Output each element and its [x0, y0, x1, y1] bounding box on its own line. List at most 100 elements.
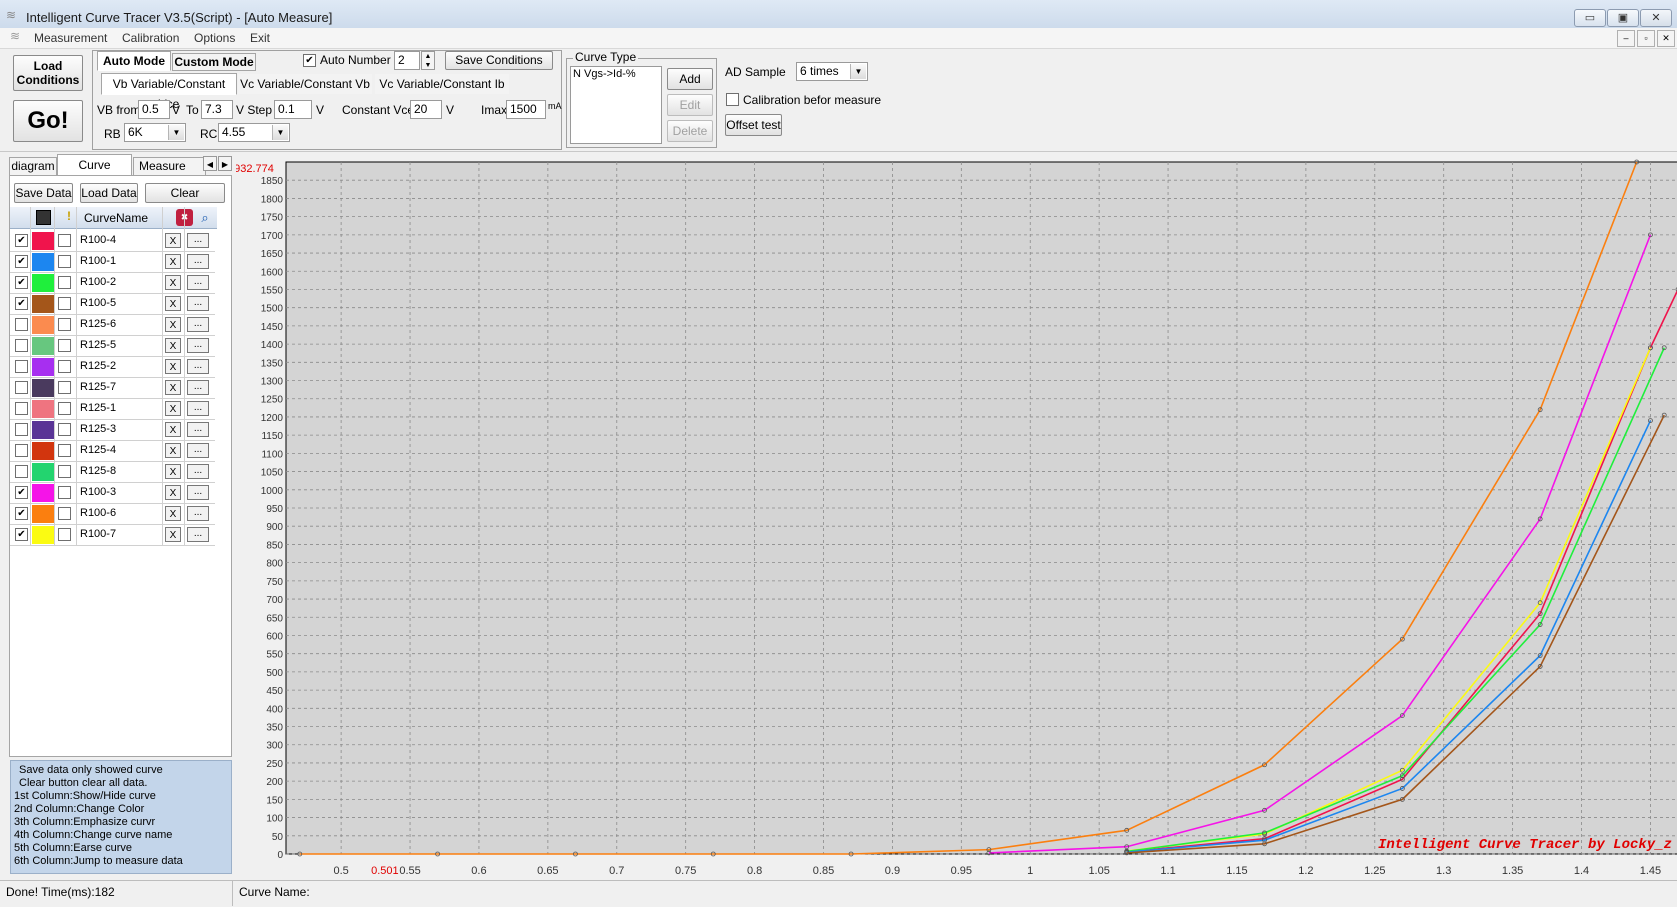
- tab-vc-variable-ib[interactable]: Vc Variable/Constant Ib: [375, 74, 509, 94]
- delete-curve-type-button[interactable]: Delete: [667, 120, 713, 142]
- erase-curve-button[interactable]: X: [165, 254, 181, 269]
- emphasize-curve-checkbox[interactable]: [58, 234, 71, 247]
- auto-number-input[interactable]: 2: [394, 51, 420, 70]
- curve-color-swatch[interactable]: [32, 442, 54, 460]
- emphasize-curve-checkbox[interactable]: [58, 402, 71, 415]
- offset-test-button[interactable]: Offset test: [725, 114, 782, 136]
- vb-from-input[interactable]: 0.5: [138, 100, 170, 119]
- curve-type-list[interactable]: N Vgs->Id-%: [570, 66, 662, 144]
- curve-color-swatch[interactable]: [32, 337, 54, 355]
- erase-curve-button[interactable]: X: [165, 506, 181, 521]
- mdi-minimize-button[interactable]: –: [1617, 30, 1635, 47]
- erase-curve-button[interactable]: X: [165, 527, 181, 542]
- emphasize-curve-checkbox[interactable]: [58, 381, 71, 394]
- jump-to-data-button[interactable]: ...: [187, 401, 209, 416]
- show-curve-checkbox[interactable]: [15, 360, 28, 373]
- emphasize-curve-checkbox[interactable]: [58, 360, 71, 373]
- curve-name[interactable]: R125-1: [80, 402, 116, 414]
- jump-to-data-button[interactable]: ...: [187, 317, 209, 332]
- curve-color-swatch[interactable]: [32, 421, 54, 439]
- show-curve-checkbox[interactable]: [15, 465, 28, 478]
- menu-options[interactable]: Options: [194, 31, 235, 45]
- erase-curve-button[interactable]: X: [165, 380, 181, 395]
- curve-name[interactable]: R125-6: [80, 318, 116, 330]
- show-curve-checkbox[interactable]: ✔: [15, 486, 28, 499]
- jump-to-data-button[interactable]: ...: [187, 506, 209, 521]
- jump-to-data-button[interactable]: ...: [187, 380, 209, 395]
- jump-to-data-button[interactable]: ...: [187, 254, 209, 269]
- show-curve-checkbox[interactable]: [15, 339, 28, 352]
- mdi-close-button[interactable]: ✕: [1657, 30, 1675, 47]
- tab-auto-mode[interactable]: Auto Mode: [97, 51, 171, 71]
- curve-name[interactable]: R100-4: [80, 234, 116, 246]
- curve-color-swatch[interactable]: [32, 505, 54, 523]
- tab-vb-variable[interactable]: Vb Variable/Constant Vce: [101, 73, 237, 111]
- tab-diagram[interactable]: diagram: [9, 157, 57, 176]
- show-curve-checkbox[interactable]: ✔: [15, 255, 28, 268]
- show-curve-checkbox[interactable]: [15, 444, 28, 457]
- show-curve-checkbox[interactable]: [15, 402, 28, 415]
- show-curve-checkbox[interactable]: ✔: [15, 276, 28, 289]
- curve-name[interactable]: R125-7: [80, 381, 116, 393]
- menu-calibration[interactable]: Calibration: [122, 31, 179, 45]
- erase-curve-button[interactable]: X: [165, 275, 181, 290]
- tab-measure-data[interactable]: Measure Data: [133, 157, 206, 176]
- auto-number-spinner[interactable]: ▲ ▼: [421, 51, 435, 70]
- curve-name[interactable]: R100-7: [80, 528, 116, 540]
- curve-color-swatch[interactable]: [32, 295, 54, 313]
- emphasize-curve-checkbox[interactable]: [58, 507, 71, 520]
- emphasize-curve-checkbox[interactable]: [58, 465, 71, 478]
- erase-curve-button[interactable]: X: [165, 443, 181, 458]
- curve-type-item[interactable]: N Vgs->Id-%: [573, 68, 636, 80]
- menu-exit[interactable]: Exit: [250, 31, 270, 45]
- edit-curve-type-button[interactable]: Edit: [667, 94, 713, 116]
- curve-name[interactable]: R100-1: [80, 255, 116, 267]
- add-curve-type-button[interactable]: Add: [667, 68, 713, 90]
- load-data-button[interactable]: Load Data: [80, 183, 138, 203]
- jump-to-data-button[interactable]: ...: [187, 233, 209, 248]
- emphasize-curve-checkbox[interactable]: [58, 255, 71, 268]
- menu-measurement[interactable]: Measurement: [34, 31, 107, 45]
- erase-curve-button[interactable]: X: [165, 422, 181, 437]
- tab-vc-variable-vb[interactable]: Vc Variable/Constant Vb: [238, 74, 372, 94]
- curve-color-swatch[interactable]: [32, 526, 54, 544]
- jump-to-data-button[interactable]: ...: [187, 296, 209, 311]
- imax-input[interactable]: 1500: [506, 100, 546, 119]
- curve-color-swatch[interactable]: [32, 358, 54, 376]
- emphasize-curve-checkbox[interactable]: [58, 528, 71, 541]
- erase-curve-button[interactable]: X: [165, 317, 181, 332]
- curve-color-swatch[interactable]: [32, 232, 54, 250]
- curve-name[interactable]: R125-3: [80, 423, 116, 435]
- emphasize-curve-checkbox[interactable]: [58, 297, 71, 310]
- to-input[interactable]: 7.3: [201, 100, 233, 119]
- curve-name[interactable]: R125-8: [80, 465, 116, 477]
- go-button[interactable]: Go!: [13, 100, 83, 142]
- show-curve-checkbox[interactable]: ✔: [15, 297, 28, 310]
- jump-to-data-button[interactable]: ...: [187, 485, 209, 500]
- curve-color-swatch[interactable]: [32, 253, 54, 271]
- jump-to-data-button[interactable]: ...: [187, 359, 209, 374]
- jump-to-data-button[interactable]: ...: [187, 443, 209, 458]
- jump-to-data-button[interactable]: ...: [187, 338, 209, 353]
- curve-color-swatch[interactable]: [32, 463, 54, 481]
- jump-to-data-button[interactable]: ...: [187, 422, 209, 437]
- erase-curve-button[interactable]: X: [165, 296, 181, 311]
- calibration-checkbox[interactable]: [726, 93, 739, 106]
- emphasize-curve-checkbox[interactable]: [58, 276, 71, 289]
- erase-curve-button[interactable]: X: [165, 464, 181, 479]
- rb-select[interactable]: 6K ▼: [124, 123, 186, 142]
- erase-curve-button[interactable]: X: [165, 233, 181, 248]
- emphasize-curve-checkbox[interactable]: [58, 339, 71, 352]
- minimize-window-button[interactable]: ▭: [1574, 9, 1606, 27]
- curve-color-swatch[interactable]: [32, 316, 54, 334]
- curve-name[interactable]: R125-2: [80, 360, 116, 372]
- curve-color-swatch[interactable]: [32, 379, 54, 397]
- mdi-restore-button[interactable]: ▫: [1637, 30, 1655, 47]
- show-curve-checkbox[interactable]: [15, 318, 28, 331]
- erase-curve-button[interactable]: X: [165, 359, 181, 374]
- curve-color-swatch[interactable]: [32, 484, 54, 502]
- emphasize-curve-checkbox[interactable]: [58, 423, 71, 436]
- curve-name[interactable]: R125-4: [80, 444, 116, 456]
- ad-sample-select[interactable]: 6 times ▼: [796, 62, 868, 81]
- curve-name[interactable]: R100-6: [80, 507, 116, 519]
